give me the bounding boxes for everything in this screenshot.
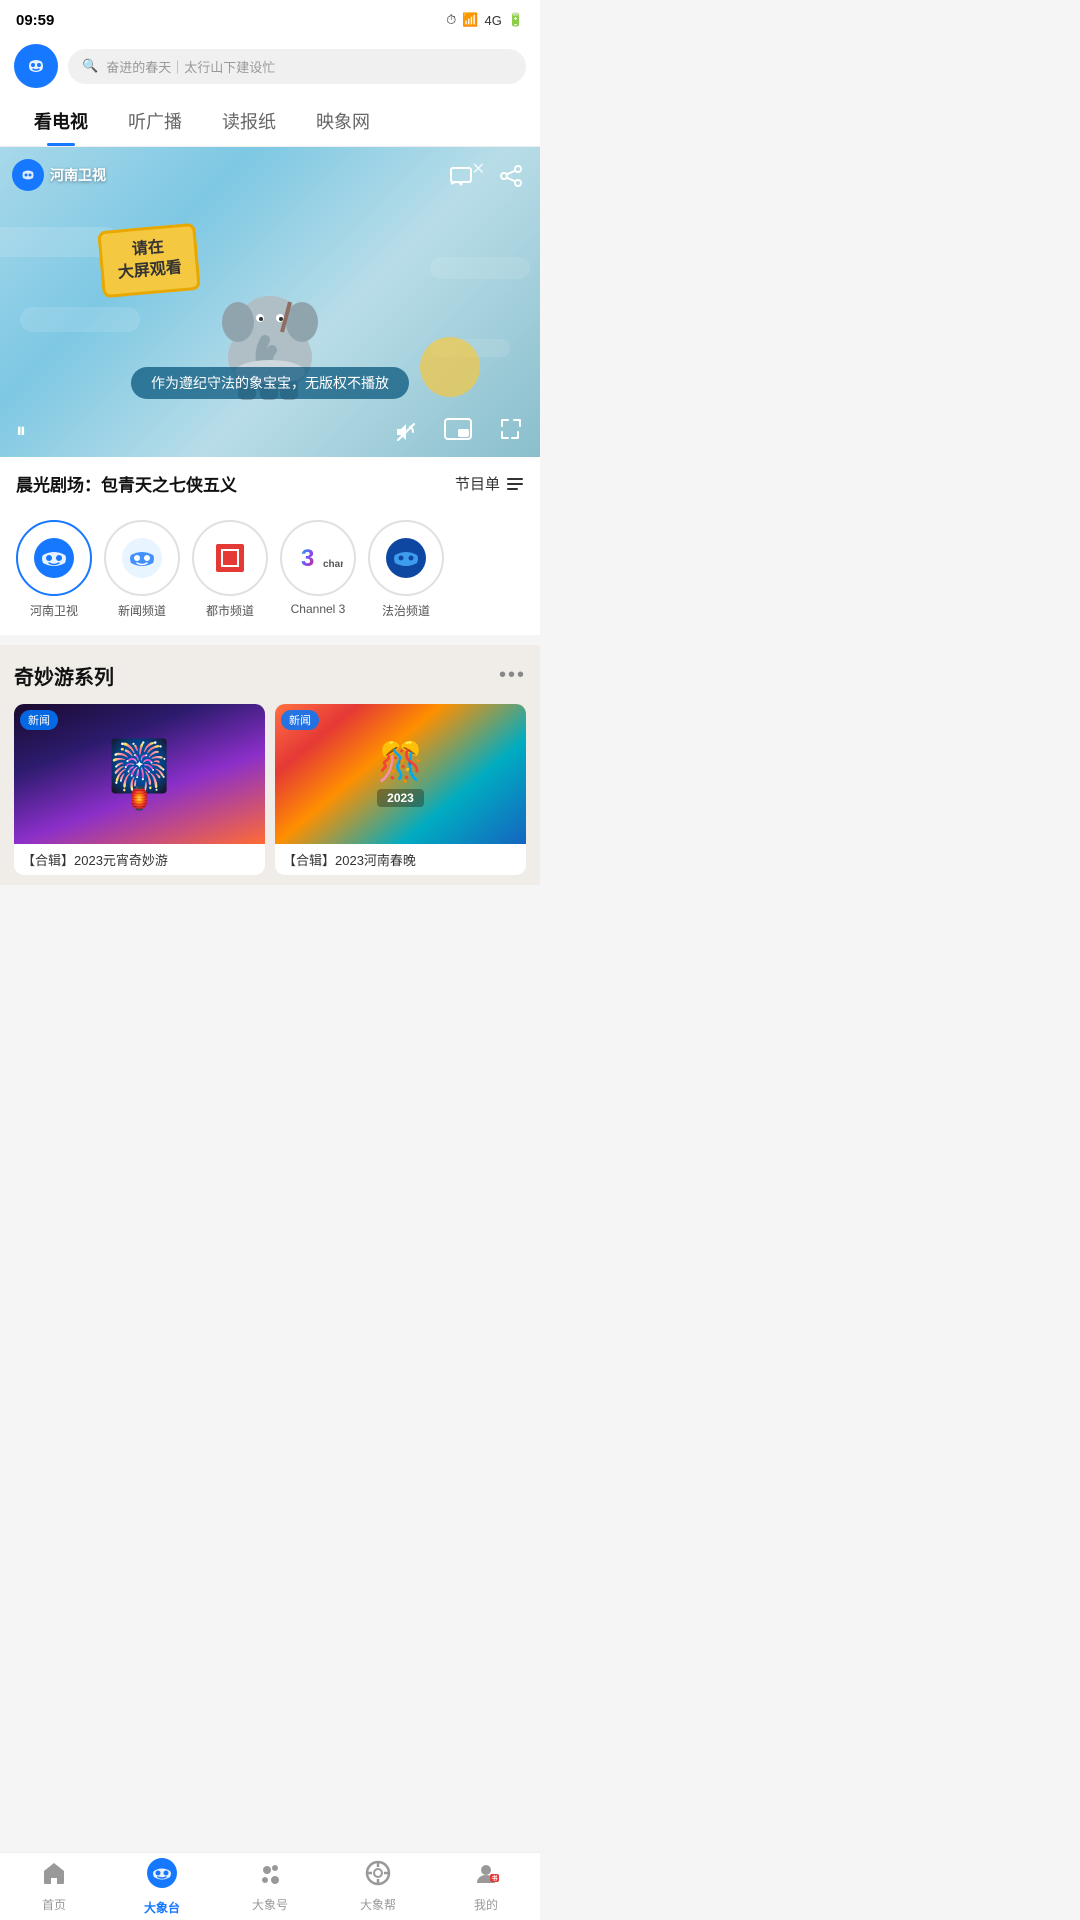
channel-label-fazhi: 法治频道 <box>382 602 430 619</box>
svg-text:channel: channel <box>323 559 343 570</box>
nav-tabs: 看电视 听广播 读报纸 映象网 <box>0 96 540 147</box>
nav-mine[interactable]: 书 我的 <box>432 1860 540 1913</box>
nav-daxiangtai[interactable]: 大象台 <box>108 1857 216 1916</box>
nav-daxiangbang[interactable]: 大象帮 <box>324 1860 432 1913</box>
channel-item-dushi[interactable]: 都市频道 <box>192 520 268 619</box>
daxianghao-icon <box>257 1860 283 1893</box>
content-grid: 新闻 🎆 🏮 【合辑】2023元宵奇妙游 新闻 🎊 2023 【合辑】2023河… <box>14 704 526 875</box>
channel-circle-fazhi <box>368 520 444 596</box>
card-thumb-1: 新闻 🎆 🏮 <box>14 704 265 844</box>
section-header: 奇妙游系列 ••• <box>14 661 526 690</box>
tab-news[interactable]: 读报纸 <box>202 96 296 146</box>
video-top-controls <box>444 159 528 193</box>
channel-item-henan[interactable]: 河南卫视 <box>16 520 92 619</box>
channel-circle-xinwen <box>104 520 180 596</box>
daxiangtai-icon <box>146 1857 178 1896</box>
share-button[interactable] <box>494 159 528 193</box>
channel-circle-ch3: 3 channel <box>280 520 356 596</box>
home-icon <box>41 1860 67 1893</box>
nav-daxiangtai-label: 大象台 <box>144 1899 180 1916</box>
status-time: 09:59 <box>16 12 54 29</box>
channel-circle-dushi <box>192 520 268 596</box>
status-bar: 09:59 ⏱ 📶 4G 🔋 <box>0 0 540 36</box>
tab-radio[interactable]: 听广播 <box>108 96 202 146</box>
search-placeholder: 奋进的春天｜太行山下建设忙 <box>106 57 275 76</box>
schedule-label: 节目单 <box>455 473 500 494</box>
channel-label-xinwen: 新闻频道 <box>118 602 166 619</box>
channel-label-ch3: Channel 3 <box>291 602 346 616</box>
search-bar[interactable]: 🔍 奋进的春天｜太行山下建设忙 <box>68 49 526 84</box>
sign-text: 请在 大屏观看 <box>97 223 200 298</box>
card-badge-2: 新闻 <box>281 710 319 730</box>
app-logo[interactable] <box>14 44 58 88</box>
timer-icon: ⏱ <box>446 12 456 28</box>
wifi-icon: 📶 <box>462 12 478 28</box>
card-label-2: 【合辑】2023河南春晚 <box>275 844 526 875</box>
status-icons: ⏱ 📶 4G 🔋 <box>446 12 524 28</box>
section-more-button[interactable]: ••• <box>499 664 526 687</box>
svg-text:3: 3 <box>301 545 314 572</box>
nav-daxianghao[interactable]: 大象号 <box>216 1860 324 1913</box>
section-qimiaoyou: 奇妙游系列 ••• 新闻 🎆 🏮 【合辑】2023元宵奇妙游 新闻 🎊 <box>0 645 540 885</box>
program-title: 晨光剧场：包青天之七侠五义 <box>16 471 237 496</box>
channel-list: 河南卫视 新闻频道 都市频道 <box>0 510 540 635</box>
content-card-1[interactable]: 新闻 🎆 🏮 【合辑】2023元宵奇妙游 <box>14 704 265 875</box>
nav-daxianghao-label: 大象号 <box>252 1896 288 1913</box>
channel-name: 河南卫视 <box>50 165 106 185</box>
channel-item-ch3[interactable]: 3 channel Channel 3 <box>280 520 356 619</box>
video-subtitle: 作为遵纪守法的象宝宝，无版权不播放 <box>131 367 409 399</box>
search-icon: 🔍 <box>82 58 98 74</box>
svg-text:书: 书 <box>492 1875 498 1883</box>
channel-logo <box>12 159 44 191</box>
channel-badge: 河南卫视 <box>12 159 106 191</box>
card-thumb-2: 新闻 🎊 2023 <box>275 704 526 844</box>
card-label-1: 【合辑】2023元宵奇妙游 <box>14 844 265 875</box>
channel-item-fazhi[interactable]: 法治频道 <box>368 520 444 619</box>
close-button[interactable]: ✕ <box>472 159 485 179</box>
video-player[interactable]: 河南卫视 请在 大屏观看 <box>0 147 540 457</box>
channel-item-xinwen[interactable]: 新闻频道 <box>104 520 180 619</box>
signal-icon: 4G <box>484 13 501 28</box>
mute-button[interactable] <box>394 420 418 444</box>
decoration-circle <box>420 337 480 397</box>
schedule-button[interactable]: 节目单 <box>455 473 524 494</box>
tab-tv[interactable]: 看电视 <box>14 96 108 146</box>
daxiangbang-icon <box>365 1860 391 1893</box>
nav-daxiangbang-label: 大象帮 <box>360 1896 396 1913</box>
channel-label-dushi: 都市频道 <box>206 602 254 619</box>
nav-home[interactable]: 首页 <box>0 1860 108 1913</box>
channel-circle-henan <box>16 520 92 596</box>
bottom-nav: 首页 大象台 大象号 <box>0 1852 540 1920</box>
header: 🔍 奋进的春天｜太行山下建设忙 <box>0 36 540 96</box>
content-card-2[interactable]: 新闻 🎊 2023 【合辑】2023河南春晚 <box>275 704 526 875</box>
mine-icon: 书 <box>473 1860 499 1893</box>
nav-mine-label: 我的 <box>474 1896 498 1913</box>
pause-button[interactable]: ⏸ <box>16 420 26 443</box>
pip-button[interactable] <box>444 418 472 445</box>
nav-home-label: 首页 <box>42 1896 66 1913</box>
section-title: 奇妙游系列 <box>14 661 114 690</box>
tab-yxw[interactable]: 映象网 <box>296 96 390 146</box>
video-controls: ⏸ <box>0 416 540 447</box>
channel-label-henan: 河南卫视 <box>30 602 78 619</box>
card-badge-1: 新闻 <box>20 710 58 730</box>
fullscreen-button[interactable] <box>498 416 524 447</box>
program-info: 晨光剧场：包青天之七侠五义 节目单 <box>0 457 540 510</box>
battery-icon: 🔋 <box>508 12 524 28</box>
